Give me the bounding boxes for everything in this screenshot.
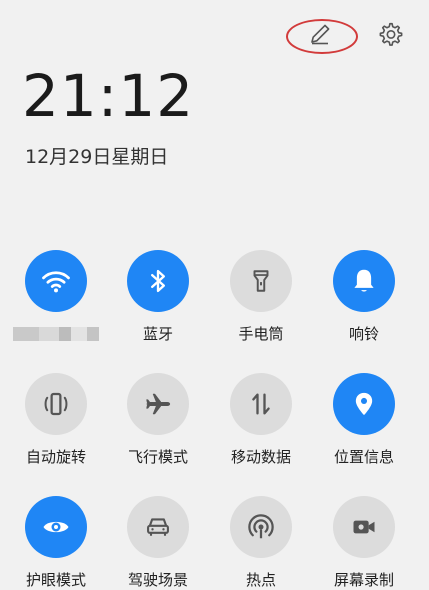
tile-label: 飞行模式 <box>127 448 188 466</box>
tile-mobile-data[interactable]: 移动数据 <box>211 373 311 467</box>
bell-icon <box>354 269 374 292</box>
tile-flashlight[interactable]: 手电筒 <box>211 250 311 344</box>
wifi-icon <box>42 271 70 293</box>
tile-location[interactable]: 位置信息 <box>314 373 414 467</box>
tile-bluetooth[interactable]: 蓝牙 <box>108 250 208 344</box>
settings-button[interactable] <box>375 18 407 50</box>
edit-button[interactable] <box>301 16 337 52</box>
video-camera-icon <box>353 520 375 534</box>
tile-airplane[interactable]: 飞行模式 <box>108 373 208 467</box>
tile-label: 驾驶场景 <box>127 571 188 589</box>
tile-label: 热点 <box>245 571 276 589</box>
date-label: 12月29日星期日 <box>25 146 169 168</box>
airplane-icon <box>146 393 171 415</box>
header-actions <box>286 14 429 58</box>
car-icon <box>147 518 169 536</box>
autorotate-toggle[interactable] <box>25 373 87 435</box>
bluetooth-icon <box>151 269 165 293</box>
tile-label: 护眼模式 <box>25 571 86 589</box>
tile-label: 位置信息 <box>333 448 394 466</box>
gear-icon <box>379 22 403 46</box>
ring-toggle[interactable] <box>333 250 395 312</box>
tile-label: 蓝牙 <box>142 325 173 343</box>
tile-label: 移动数据 <box>230 448 291 466</box>
location-toggle[interactable] <box>333 373 395 435</box>
mobile-data-toggle[interactable] <box>230 373 292 435</box>
tile-ring[interactable]: 响铃 <box>314 250 414 344</box>
tile-label: 手电筒 <box>238 325 284 343</box>
screen-record-toggle[interactable] <box>333 496 395 558</box>
tile-label: 屏幕录制 <box>333 571 394 589</box>
bluetooth-toggle[interactable] <box>127 250 189 312</box>
wifi-network-label-redacted <box>6 324 106 344</box>
flashlight-icon <box>253 270 269 292</box>
clock-time: 21:12 <box>22 62 195 130</box>
rotate-icon <box>44 392 68 416</box>
hotspot-toggle[interactable] <box>230 496 292 558</box>
tile-autorotate[interactable]: 自动旋转 <box>6 373 106 467</box>
flashlight-toggle[interactable] <box>230 250 292 312</box>
hotspot-icon <box>248 514 274 539</box>
wifi-toggle[interactable] <box>25 250 87 312</box>
eye-care-toggle[interactable] <box>25 496 87 558</box>
eye-icon <box>43 521 69 533</box>
location-pin-icon <box>355 392 373 416</box>
tile-wifi[interactable] <box>6 250 106 344</box>
tile-label: 自动旋转 <box>25 448 86 466</box>
data-arrows-icon <box>252 393 270 415</box>
airplane-toggle[interactable] <box>127 373 189 435</box>
tile-label: 响铃 <box>348 325 379 343</box>
pencil-icon <box>311 24 330 45</box>
driving-toggle[interactable] <box>127 496 189 558</box>
